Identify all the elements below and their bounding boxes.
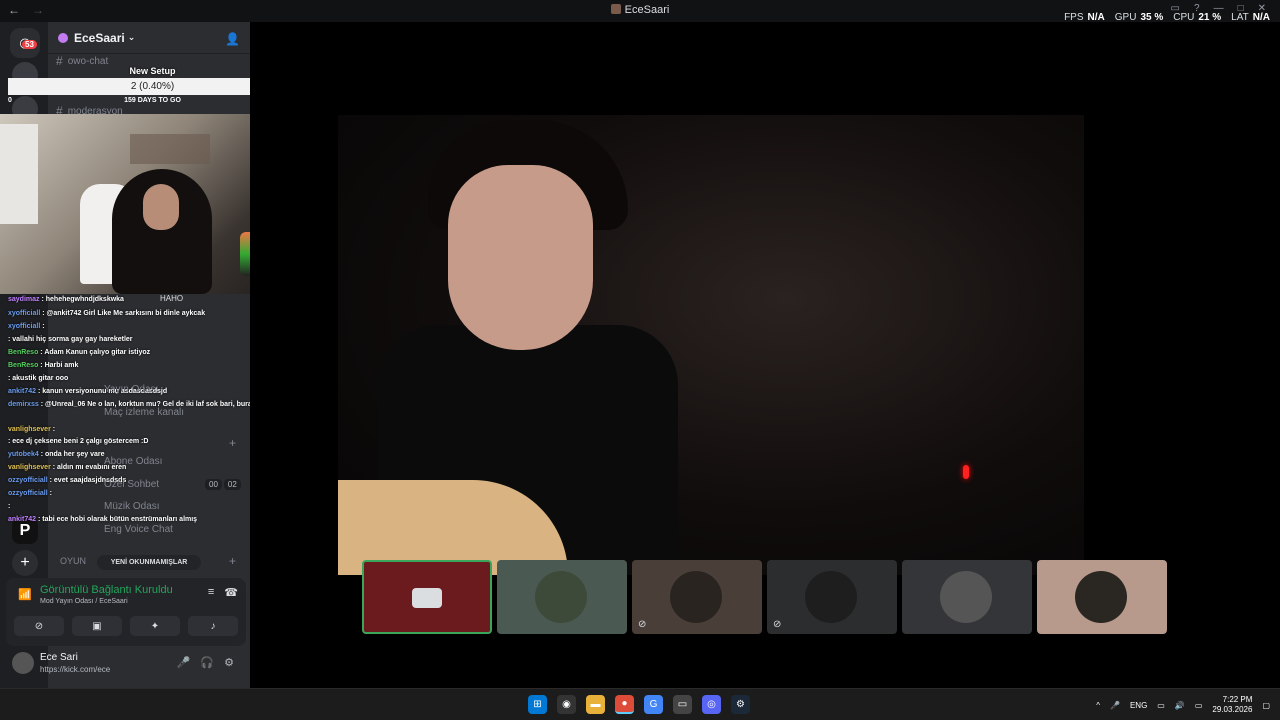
- gear-icon[interactable]: ⚙: [224, 656, 234, 669]
- new-unread-pill[interactable]: YENİ OKUNMAMIŞLAR: [97, 555, 201, 570]
- voice-channel-link[interactable]: Mod Yayın Odası / EceSaari: [40, 598, 128, 605]
- video-stage: ⊘ ⊘: [250, 22, 1280, 688]
- avatar: [670, 571, 722, 623]
- volume-icon[interactable]: 🔊: [1175, 701, 1185, 710]
- chat-message: ozzyofficiall :: [8, 490, 52, 497]
- chrome-icon[interactable]: ●: [615, 695, 634, 714]
- discord-icon[interactable]: ◎: [702, 695, 721, 714]
- server-header[interactable]: EceSaari ⌄ 👤: [48, 22, 250, 54]
- windows-taskbar: ⊞ ◉ ▬ ● G ▭ ◎ ⚙ ^ 🎤 ENG ▭ 🔊 ▭ 7:22 PM 29…: [0, 688, 1280, 720]
- add-server-icon[interactable]: +: [12, 550, 38, 576]
- chat-message: : ece dj çeksene beni 2 çalgı göstercem …: [8, 438, 149, 445]
- soundboard-button[interactable]: ♪: [188, 616, 238, 636]
- microphone-icon[interactable]: 🎤: [177, 656, 191, 669]
- chat-message: vanlighsever :: [8, 426, 56, 433]
- screen-share-button[interactable]: ▣: [72, 616, 122, 636]
- headphones-icon[interactable]: 🎧: [200, 656, 214, 669]
- system-tray: ^ 🎤 ENG ▭ 🔊 ▭ 7:22 PM 29.03.2026 ▢: [1096, 695, 1270, 715]
- muted-icon: ⊘: [773, 619, 782, 630]
- chat-message: saydimaz : hehehegwhndjdkskwka: [8, 296, 124, 303]
- voice-connection-panel: 📶 Görüntülü Bağlantı Kuruldu Mod Yayın O…: [6, 578, 246, 646]
- chat-message: : vallahi hiç sorma gay gay hareketler: [8, 336, 133, 343]
- start-icon[interactable]: ⊞: [528, 695, 547, 714]
- voice-status: Görüntülü Bağlantı Kuruldu: [40, 584, 173, 596]
- app-icon[interactable]: ▭: [673, 695, 692, 714]
- chat-message: yutobek4 : onda her şey vare: [8, 451, 105, 458]
- channel-abone-odasi[interactable]: Abone Odası: [104, 456, 162, 467]
- channel-yayin-odasi[interactable]: Yayın Odası: [104, 384, 158, 395]
- channel-eng-voice-chat[interactable]: Eng Voice Chat: [104, 524, 173, 535]
- language-indicator[interactable]: ENG: [1130, 701, 1147, 710]
- clock[interactable]: 7:22 PM 29.03.2026: [1212, 695, 1252, 715]
- title-bar: ← → EceSaari ▭ ? — □ ✕ FPS N/A GPU 35 % CP…: [0, 0, 1280, 23]
- folder-icon[interactable]: ▬: [586, 695, 605, 714]
- channel-ozel-sohbet[interactable]: Özel Sohbet: [104, 479, 159, 490]
- channel-mac-izleme[interactable]: Maç izleme kanalı: [104, 407, 184, 418]
- noise-icon[interactable]: ≡: [208, 586, 214, 599]
- chevron-down-icon: ⌄: [127, 32, 136, 42]
- app-icon[interactable]: ◉: [557, 695, 576, 714]
- chat-message: : akustik gitar ooo: [8, 375, 69, 382]
- avatar[interactable]: [12, 652, 34, 674]
- participant-tile[interactable]: ⊘: [767, 560, 897, 634]
- channel-muzik-odasi[interactable]: Müzik Odası: [104, 501, 160, 512]
- mention-badge: 53: [22, 40, 37, 49]
- avatar: [1075, 571, 1127, 623]
- voice-user-count: 00 02: [205, 479, 241, 490]
- avatar: [805, 571, 857, 623]
- category-oyun[interactable]: OYUN: [60, 556, 86, 566]
- camera-off-button[interactable]: ⊘: [14, 616, 64, 636]
- chat-message: :: [8, 503, 11, 510]
- user-status: https://kick.com/ece: [40, 665, 111, 674]
- user-panel: Ece Sari https://kick.com/ece 🎤 🎧 ⚙: [6, 648, 246, 684]
- participant-tile[interactable]: [497, 560, 627, 634]
- notification-icon[interactable]: ▢: [1262, 701, 1270, 710]
- boost-icon: [58, 32, 68, 43]
- focused-video[interactable]: [338, 115, 1084, 575]
- participant-tile-self[interactable]: [362, 560, 492, 634]
- chat-message: BenReso : Harbi amk: [8, 362, 79, 369]
- camera-icon: [412, 588, 442, 608]
- google-icon[interactable]: G: [644, 695, 663, 714]
- microphone-icon[interactable]: 🎤: [1110, 701, 1120, 710]
- participant-tiles: ⊘ ⊘: [362, 560, 1167, 634]
- avatar: [535, 571, 587, 623]
- chat-message: ankit742 : tabi ece hobi olarak bütün en…: [8, 516, 198, 523]
- steam-icon[interactable]: ⚙: [731, 695, 750, 714]
- disconnect-icon[interactable]: ☎: [224, 586, 238, 599]
- add-channel-icon[interactable]: +: [229, 554, 236, 568]
- activities-button[interactable]: ✦: [130, 616, 180, 636]
- participant-tile[interactable]: ⊘: [632, 560, 762, 634]
- chat-message: BenReso : Adam Kanun çalıyo gitar istiyo…: [8, 349, 151, 356]
- chat-message: xyofficiall : @ankit742 Girl Like Me sar…: [8, 310, 206, 317]
- participant-tile[interactable]: [902, 560, 1032, 634]
- voice-user-haho[interactable]: HAHO: [160, 294, 183, 303]
- avatar: [940, 571, 992, 623]
- network-icon[interactable]: ▭: [1157, 701, 1165, 710]
- add-channel-icon[interactable]: +: [229, 436, 236, 450]
- server-icon: [610, 4, 621, 14]
- muted-icon: ⊘: [638, 619, 647, 630]
- username: Ece Sari: [40, 652, 78, 663]
- battery-icon[interactable]: ▭: [1195, 701, 1203, 710]
- participant-tile[interactable]: [1037, 560, 1167, 634]
- chat-message: xyofficiall :: [8, 323, 45, 330]
- chevron-up-icon[interactable]: ^: [1096, 701, 1100, 710]
- add-user-icon[interactable]: 👤: [225, 32, 240, 46]
- signal-icon[interactable]: 📶: [18, 588, 32, 601]
